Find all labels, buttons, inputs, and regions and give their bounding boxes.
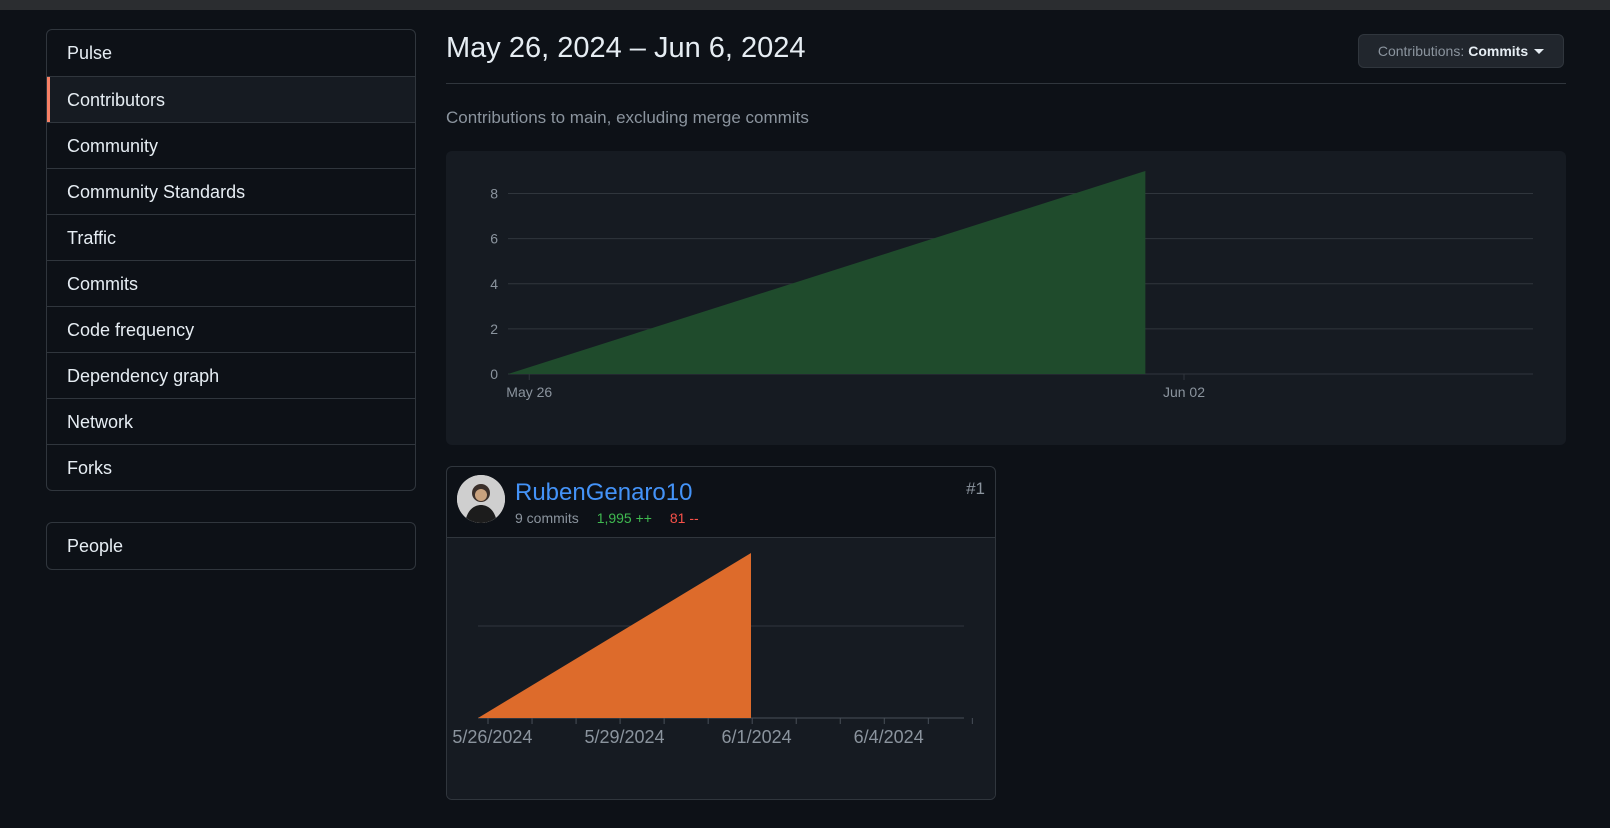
- browser-top-bar: [0, 0, 1610, 10]
- sidebar-item-label: Community: [67, 136, 159, 156]
- sidebar-item-label: Forks: [67, 458, 112, 478]
- contributor-chart[interactable]: 5/26/2024 5/29/2024 6/1/2024 6/4/2024: [447, 538, 995, 799]
- contributor-username-link[interactable]: RubenGenaro10: [515, 479, 692, 507]
- x-tick-label: 5/26/2024: [452, 727, 532, 747]
- sidebar-item-label: Network: [67, 412, 134, 432]
- y-tick-label: 6: [490, 231, 498, 247]
- sidebar-item-label: Pulse: [67, 43, 113, 63]
- contributor-area-series: [478, 553, 751, 718]
- sidebar-item-dependency-graph[interactable]: Dependency graph: [47, 352, 415, 398]
- insights-menu: Pulse Contributors Community Community S…: [46, 29, 416, 491]
- y-tick-label: 2: [490, 321, 498, 337]
- x-tick-label: May 26: [506, 384, 552, 400]
- commit-count[interactable]: 9 commits: [515, 510, 579, 526]
- sidebar-item-commits[interactable]: Commits: [47, 260, 415, 306]
- contributions-prefix: Contributions:: [1377, 43, 1465, 59]
- people-menu: People: [46, 522, 416, 570]
- contributor-card: RubenGenaro10 9 commits 1,995 ++ 81 -- #…: [446, 466, 996, 800]
- caret-down-icon: [1534, 48, 1545, 54]
- sidebar-item-label: People: [67, 536, 124, 556]
- sidebar-item-network[interactable]: Network: [47, 398, 415, 444]
- sidebar-item-label: Traffic: [67, 228, 117, 248]
- page-title: May 26, 2024 – Jun 6, 2024: [446, 32, 806, 64]
- sidebar-item-contributors[interactable]: Contributors: [47, 76, 415, 122]
- x-tick-label: 6/4/2024: [854, 727, 924, 747]
- overview-area-series: [508, 171, 1146, 374]
- overview-chart-svg: 0 2 4 6 8 May 26 Jun 02: [490, 171, 1533, 400]
- sidebar-item-forks[interactable]: Forks: [47, 444, 415, 490]
- x-tick-label: 6/1/2024: [722, 727, 792, 747]
- sidebar-item-pulse[interactable]: Pulse: [47, 30, 415, 76]
- sidebar-item-label: Dependency graph: [67, 366, 220, 386]
- sidebar-item-community-standards[interactable]: Community Standards: [47, 168, 415, 214]
- sidebar-item-traffic[interactable]: Traffic: [47, 214, 415, 260]
- avatar[interactable]: [457, 475, 505, 523]
- sidebar-item-label: Community Standards: [67, 182, 246, 202]
- y-tick-label: 0: [490, 366, 498, 382]
- contributor-chart-svg: 5/26/2024 5/29/2024 6/1/2024 6/4/2024: [452, 553, 973, 747]
- y-tick-label: 8: [490, 186, 498, 202]
- deletions-count: 81 --: [669, 510, 699, 526]
- x-tick-label: 5/29/2024: [584, 727, 664, 747]
- y-tick-label: 4: [490, 276, 498, 292]
- contributor-card-header: RubenGenaro10 9 commits 1,995 ++ 81 -- #…: [447, 467, 995, 538]
- sidebar-item-community[interactable]: Community: [47, 122, 415, 168]
- contributions-value: Commits: [1468, 43, 1529, 59]
- contributor-stats: 9 commits 1,995 ++ 81 --: [515, 510, 699, 526]
- contributions-type-dropdown[interactable]: Contributions: Commits: [1358, 34, 1564, 68]
- sidebar-item-people[interactable]: People: [47, 523, 415, 569]
- overview-chart[interactable]: 0 2 4 6 8 May 26 Jun 02: [446, 151, 1566, 445]
- contributor-rank: #1: [966, 479, 985, 498]
- sidebar-item-code-frequency[interactable]: Code frequency: [47, 306, 415, 352]
- sidebar-item-label: Commits: [67, 274, 138, 294]
- sidebar-item-label: Code frequency: [67, 320, 195, 340]
- additions-count: 1,995 ++: [596, 510, 652, 526]
- sidebar-item-label: Contributors: [67, 90, 166, 110]
- x-tick-label: Jun 02: [1163, 384, 1205, 400]
- header-divider: [446, 83, 1566, 84]
- chart-subtitle: Contributions to main, excluding merge c…: [446, 108, 809, 127]
